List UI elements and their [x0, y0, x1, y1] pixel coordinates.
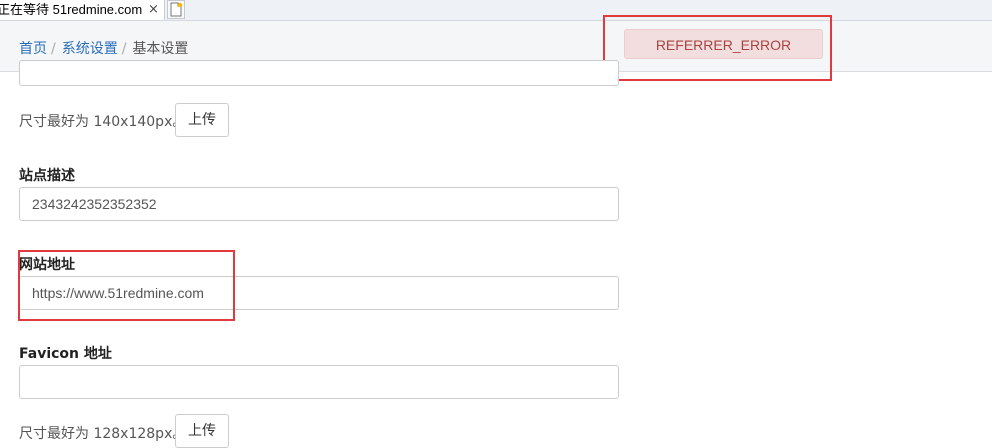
browser-tab-strip: 正在等待 51redmine.com ×	[0, 0, 992, 21]
breadcrumb-separator: /	[51, 41, 56, 57]
logo-upload-button[interactable]: 上传	[175, 103, 229, 137]
site-url-label: 网站地址	[19, 257, 75, 273]
breadcrumb-system-settings[interactable]: 系统设置	[62, 41, 118, 57]
breadcrumb-home[interactable]: 首页	[19, 41, 47, 57]
favicon-input[interactable]	[19, 365, 619, 399]
new-tab-icon	[170, 2, 183, 17]
settings-form: 尺寸最好为 140x140px。 上传 站点描述 234324235235235…	[0, 60, 992, 448]
breadcrumb-current: 基本设置	[132, 41, 189, 57]
site-description-input[interactable]: 2343242352352352	[19, 187, 619, 221]
logo-input[interactable]	[19, 60, 619, 86]
new-tab-button[interactable]	[167, 0, 185, 19]
site-description-label: 站点描述	[19, 168, 75, 184]
favicon-size-hint: 尺寸最好为 128x128px。	[19, 426, 187, 442]
breadcrumb-separator: /	[121, 41, 127, 57]
breadcrumb: 首页 / 系统设置 / 基本设置	[19, 38, 188, 58]
logo-size-hint: 尺寸最好为 140x140px。	[19, 114, 187, 130]
error-alert: REFERRER_ERROR	[624, 29, 823, 59]
favicon-upload-button[interactable]: 上传	[175, 414, 229, 448]
tab-title: 正在等待 51redmine.com	[0, 2, 143, 17]
browser-tab[interactable]: 正在等待 51redmine.com ×	[0, 0, 165, 20]
close-icon[interactable]: ×	[148, 0, 159, 20]
site-url-input[interactable]: https://www.51redmine.com	[19, 276, 619, 310]
favicon-label: Favicon 地址	[19, 346, 112, 362]
